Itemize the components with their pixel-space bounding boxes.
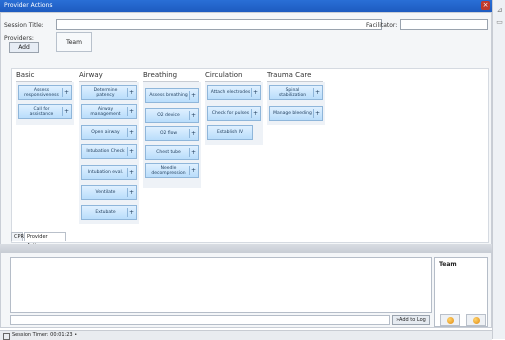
action-button[interactable]: Spinal stabilization + [269,85,323,100]
plus-icon[interactable]: + [127,128,135,137]
action-button[interactable]: Assess responsiveness + [18,85,72,100]
action-button[interactable]: Attach electrodes + [207,85,261,100]
action-button[interactable]: Ventilate + [81,185,137,200]
log-area[interactable] [10,257,432,313]
session-title-label: Session Title: [4,22,44,29]
action-button[interactable]: Extubate + [81,205,137,220]
plus-icon[interactable]: + [127,88,135,97]
session-title-input[interactable] [56,19,382,30]
splitter-bar[interactable] [0,244,492,253]
tab-provider-actions[interactable]: Provider Actions [24,232,66,249]
right-toolbar: ⊿ ▭ [492,0,505,339]
plus-icon[interactable]: + [127,168,135,177]
action-button[interactable]: Assess breathing + [145,88,199,103]
bell-icon [473,317,480,324]
log-entry-input[interactable] [10,315,390,325]
plus-icon[interactable]: + [62,88,70,97]
action-button[interactable]: O2 flow + [145,126,199,141]
action-button[interactable]: Intubation Check + [81,144,137,159]
action-button[interactable]: Airway management + [81,104,137,119]
team-list-header: Team [439,261,457,268]
plus-icon[interactable]: + [313,109,321,118]
action-button[interactable]: Call for assistance + [18,104,72,119]
column-header: Trauma Care [267,71,323,82]
record-icon [447,317,454,324]
column-header: Airway [79,71,137,82]
action-button[interactable]: Chest tube + [145,145,199,160]
plus-icon[interactable]: + [127,147,135,156]
plus-icon[interactable]: + [127,107,135,116]
add-to-log-button[interactable]: »Add to Log [392,315,430,325]
action-button[interactable]: Needle decompression + [145,163,199,178]
plus-icon[interactable]: + [189,129,197,138]
action-button[interactable]: Establish IV [207,125,253,140]
column-header: Circulation [205,71,261,82]
action-button[interactable]: Check for pulses + [207,106,261,121]
providers-label: Providers: [4,35,34,42]
plus-icon[interactable]: + [189,91,197,100]
column-header: Breathing [143,71,199,82]
plus-icon[interactable]: + [251,88,259,97]
column-header: Basic [16,71,72,82]
bell-button[interactable] [466,314,486,326]
plus-icon[interactable]: + [251,109,259,118]
plus-icon[interactable]: + [189,148,197,157]
facilitator-input[interactable] [400,19,488,30]
plus-icon[interactable]: + [189,166,197,175]
title-bar: Provider Actions × [0,0,492,12]
tab-cpr[interactable]: CPR [11,232,24,241]
record-button[interactable] [440,314,460,326]
facilitator-label: Facilitator: [366,22,398,29]
close-icon[interactable]: × [481,1,490,10]
plus-icon[interactable]: + [127,188,135,197]
team-button[interactable]: Team [56,32,92,52]
scroll-icon[interactable]: ▭ [496,18,503,27]
actions-panel: Basic Assess responsiveness + Call for as… [11,68,489,243]
window-title: Provider Actions [4,2,53,9]
plus-icon[interactable]: + [127,208,135,217]
action-button[interactable]: Manage bleeding + [269,106,323,121]
action-button[interactable]: Determine patency + [81,85,137,100]
action-button[interactable]: O2 device + [145,108,199,123]
plus-icon[interactable]: + [62,107,70,116]
action-button[interactable]: Intubation eval. + [81,165,137,180]
add-provider-button[interactable]: Add [9,42,39,53]
plus-icon[interactable]: + [313,88,321,97]
plus-icon[interactable]: + [189,111,197,120]
pin-icon[interactable]: ⊿ [496,6,503,15]
action-button[interactable]: Open airway + [81,125,137,140]
